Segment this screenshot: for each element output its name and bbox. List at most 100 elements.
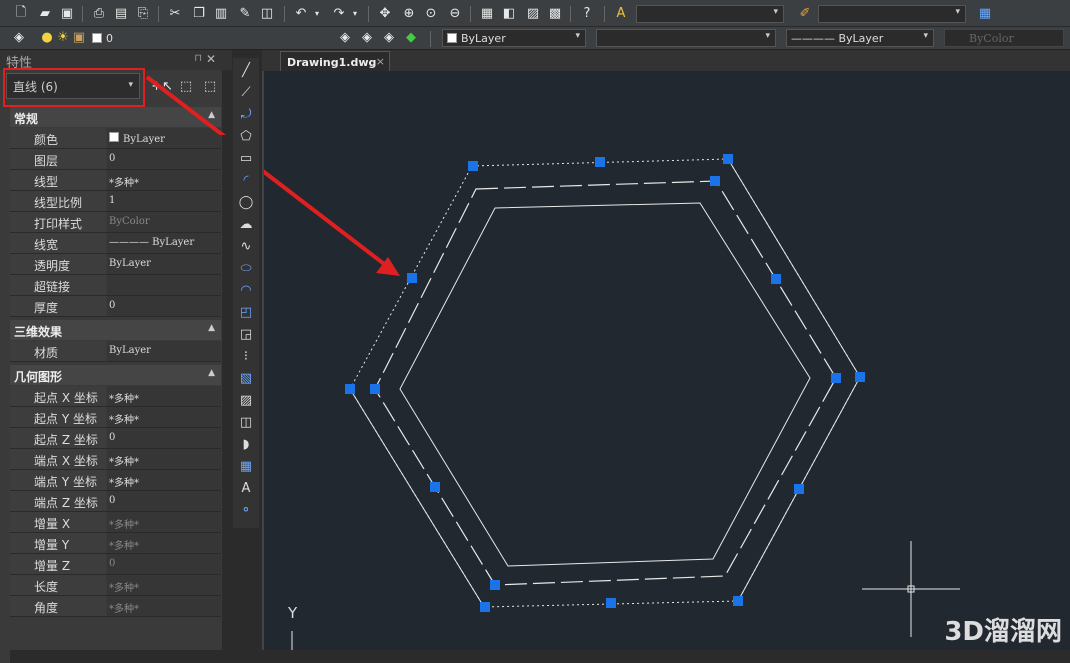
ellipse-arc-icon[interactable]: ◠ [236,280,256,300]
property-value[interactable]: *多种* [107,170,221,190]
property-row[interactable]: 端点 Z 坐标 0 [10,491,221,512]
close-icon[interactable]: ✕ [206,52,216,66]
table-style-icon[interactable]: ▦ [976,5,994,22]
property-row[interactable]: 超链接 [10,275,221,296]
layer-previous-icon[interactable]: ◈ [358,29,376,46]
property-row[interactable]: 起点 Z 坐标 0 [10,428,221,449]
revcloud-icon[interactable]: ☁ [236,214,256,234]
help-icon[interactable]: ? [578,5,596,22]
drawing-canvas[interactable]: Y 3D溜溜网 [262,71,1070,650]
property-value[interactable] [107,275,221,295]
property-row[interactable]: 长度 *多种* [10,575,221,596]
text-style-icon[interactable]: A [612,5,630,22]
property-row[interactable]: 角度 *多种* [10,596,221,617]
save-icon[interactable]: ▣ [58,5,76,22]
property-value[interactable]: 0 [107,554,221,574]
property-value[interactable]: *多种* [107,386,221,406]
property-row[interactable]: 材质 ByLayer [10,341,221,362]
pin-icon[interactable]: ⊓ [194,53,202,64]
dim-style-dropdown[interactable]: ▾ [818,5,966,23]
collapse-icon[interactable]: ▲ [208,368,215,378]
collapse-icon[interactable]: ▲ [208,323,215,333]
property-row[interactable]: 端点 X 坐标 *多种* [10,449,221,470]
property-value[interactable]: *多种* [107,407,221,427]
redo-icon[interactable]: ↷ [330,5,348,22]
property-value[interactable]: 0 [107,296,221,316]
property-value[interactable]: ———— ByLayer [107,233,221,253]
print-icon[interactable]: ⎙ [90,5,108,22]
ellipse-icon[interactable]: ⬭ [236,258,256,278]
property-row[interactable]: 增量 Y *多种* [10,533,221,554]
redo-dropdown-icon[interactable]: ▾ [350,5,360,22]
property-value[interactable]: *多种* [107,449,221,469]
property-value[interactable]: ByColor [107,212,221,232]
region-icon[interactable]: ◫ [236,412,256,432]
make-current-layer-icon[interactable]: ◈ [336,29,354,46]
tab-drawing1[interactable]: Drawing1.dwg × [280,51,390,71]
copy-icon[interactable]: ❐ [190,5,208,22]
mtext-icon[interactable]: A [236,478,256,498]
print-preview-icon[interactable]: ▤ [112,5,130,22]
section-header[interactable]: 几何图形 ▲ [10,365,221,385]
linetype-dropdown[interactable]: ▾ [596,29,776,47]
cut-icon[interactable]: ✂ [166,5,184,22]
circle-icon[interactable]: ◯ [236,192,256,212]
property-row[interactable]: 线型比例 1 [10,191,221,212]
new-file-icon[interactable]: 🗋 [12,5,30,22]
calculator-icon[interactable]: ▩ [546,5,564,22]
layer-dropdown[interactable]: 0 [88,29,328,47]
pan-icon[interactable]: ✥ [376,5,394,22]
insert-block-icon[interactable]: ◰ [236,302,256,322]
plot-icon[interactable]: ⎘ [134,5,152,22]
property-row[interactable]: 厚度 0 [10,296,221,317]
property-row[interactable]: 透明度 ByLayer [10,254,221,275]
tab-close-icon[interactable]: × [376,55,385,68]
zoom-window-icon[interactable]: ⊙ [422,5,440,22]
color-dropdown[interactable]: ByLayer ▾ [442,29,586,47]
undo-icon[interactable]: ↶ [292,5,310,22]
lineweight-dropdown[interactable]: ———— ByLayer ▾ [786,29,934,47]
property-value[interactable]: 1 [107,191,221,211]
open-folder-icon[interactable]: ▰ [36,5,54,22]
undo-dropdown-icon[interactable]: ▾ [312,5,322,22]
property-row[interactable]: 端点 Y 坐标 *多种* [10,470,221,491]
hatch-icon[interactable]: ▧ [236,368,256,388]
dim-style-icon[interactable]: ✐ [796,5,814,22]
plotstyle-dropdown[interactable]: ByColor [944,29,1064,47]
property-value[interactable]: *多种* [107,533,221,553]
arc-icon[interactable]: ◜ [236,170,256,190]
property-row[interactable]: 增量 X *多种* [10,512,221,533]
properties-icon[interactable]: ▦ [478,5,496,22]
section-header[interactable]: 三维效果 ▲ [10,320,221,340]
property-row[interactable]: 起点 X 坐标 *多种* [10,386,221,407]
property-row[interactable]: 线型 *多种* [10,170,221,191]
make-block-icon[interactable]: ◲ [236,324,256,344]
property-row[interactable]: 图层 0 [10,149,221,170]
design-center-icon[interactable]: ◧ [500,5,518,22]
layer-states-icon[interactable]: ◈ [380,29,398,46]
property-value[interactable]: *多种* [107,470,221,490]
spline-icon[interactable]: ∿ [236,236,256,256]
layer-iso-icon[interactable]: ◆ [402,29,420,46]
zoom-realtime-icon[interactable]: ⊕ [400,5,418,22]
match-properties-icon[interactable]: ✎ [236,5,254,22]
outer-hexagon-solid-edge-left[interactable] [349,388,485,608]
property-value[interactable]: 0 [107,491,221,511]
property-row[interactable]: 起点 Y 坐标 *多种* [10,407,221,428]
property-value[interactable]: *多种* [107,575,221,595]
layer-lock-icon[interactable]: ▣ [70,29,88,46]
property-value[interactable]: ByLayer [107,254,221,274]
property-row[interactable]: 线宽 ———— ByLayer [10,233,221,254]
property-value[interactable]: *多种* [107,596,221,616]
rectangle-icon[interactable]: ▭ [236,148,256,168]
point-icon[interactable]: ⁝ [236,346,256,366]
property-value[interactable]: 0 [107,428,221,448]
property-value[interactable]: 0 [107,149,221,169]
property-row[interactable]: 打印样式 ByColor [10,212,221,233]
outer-hexagon[interactable] [349,158,861,608]
inner-hexagon[interactable] [399,202,811,567]
middle-hexagon[interactable] [374,180,837,586]
gradient-icon[interactable]: ▨ [236,390,256,410]
property-value[interactable]: ByLayer [107,341,221,361]
property-row[interactable]: 增量 Z0 [10,554,221,575]
